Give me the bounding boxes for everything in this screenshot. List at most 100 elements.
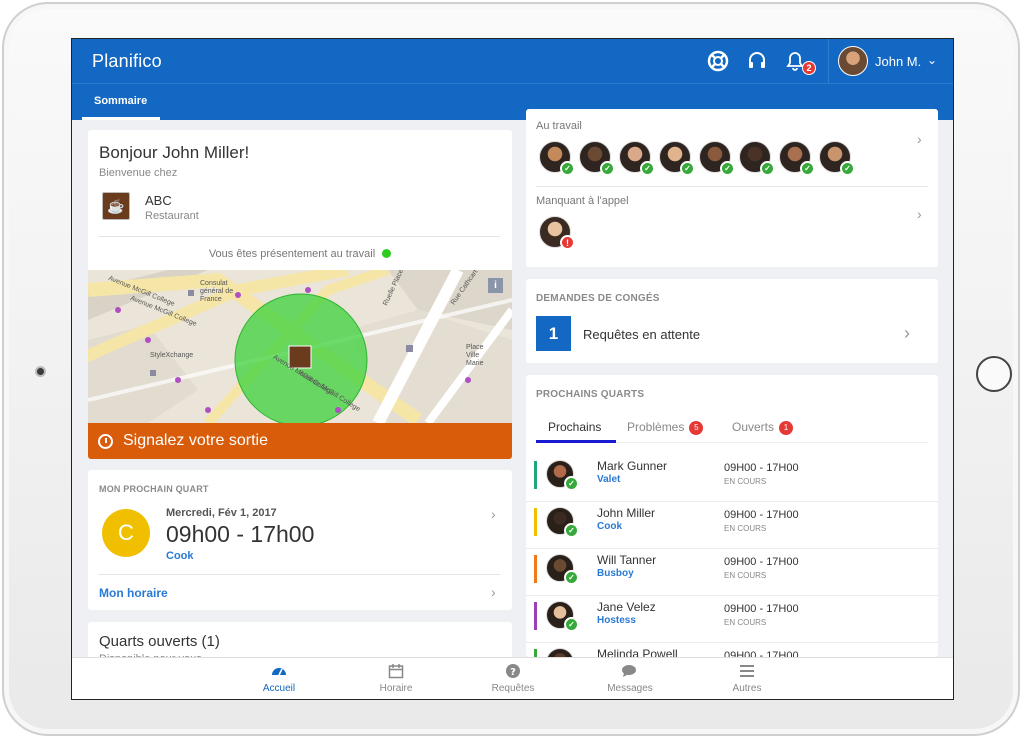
avatar [546,648,574,657]
upcoming-shifts-card: PROCHAINS QUARTS Prochains Problèmes 5 Ou… [526,375,938,657]
location-map[interactable]: Avenue McGill College Avenue McGill Coll… [88,270,512,423]
shift-color-bar [534,461,537,489]
chevron-right-icon[interactable]: › [917,131,922,147]
upcoming-label: PROCHAINS QUARTS [536,389,645,400]
tab-label: Ouverts [732,420,775,434]
chevron-right-icon[interactable]: › [917,206,922,222]
shift-role: Busboy [597,568,634,579]
next-shift-card[interactable]: MON PROCHAIN QUART C Mercredi, Fév 1, 20… [88,470,512,610]
tab-label: Prochains [548,420,602,434]
nav-accueil[interactable]: Accueil [244,662,314,694]
headset-icon[interactable] [745,49,769,73]
check-icon: ✓ [680,161,695,176]
shift-color-bar [534,649,537,657]
user-name[interactable]: John M. [875,54,921,69]
home-button[interactable] [976,356,1012,392]
leave-label: DEMANDES DE CONGÉS [536,293,660,304]
work-status-text: Vous êtes présentement au travail [208,248,376,260]
shift-row[interactable]: ✓ John Miller Cook 09H00 - 17H00 EN COURS [526,502,938,549]
check-icon: ✓ [564,570,579,585]
app-logo[interactable]: Planifico [92,51,162,72]
shift-row[interactable]: ✓Melinda Powell09H00 - 17H00 [526,643,938,657]
signout-button[interactable]: Signalez votre sortie [88,423,512,459]
shift-row[interactable]: ✓ Mark Gunner Valet 09H00 - 17H00 EN COURS [526,455,938,502]
check-icon: ✓ [564,523,579,538]
tab-sommaire[interactable]: Sommaire [94,95,147,107]
tab-prochains[interactable]: Prochains [548,420,601,434]
shift-employee-name: Melinda Powell [597,647,678,657]
shift-employee-name: John Miller [597,506,656,520]
tab-label: Problèmes [627,420,685,434]
presence-card: Au travail ✓ ✓ ✓ ✓ ✓ ✓ ✓ ✓ › Manquant à l'appel… [526,109,938,267]
upcoming-tabs: Prochains Problèmes 5 Ouverts 1 [536,415,928,443]
shift-row[interactable]: ✓ Jane Velez Hostess 09H00 - 17H00 EN COURS [526,596,938,643]
nav-autres[interactable]: Autres [712,662,782,694]
shift-time: 09H00 - 17H00 [724,556,799,568]
welcome-card: Bonjour John Miller! Bienvenue chez ☕ AB… [88,130,512,459]
shift-employee-name: Mark Gunner [597,459,668,473]
leave-requests-card[interactable]: DEMANDES DE CONGÉS 1 Requêtes en attente… [526,279,938,363]
chevron-right-icon[interactable]: › [491,506,496,522]
greeting: Bonjour John Miller! [99,143,250,162]
check-icon: ✓ [564,617,579,632]
chevron-right-icon[interactable]: › [904,323,910,344]
shift-employee-name: Jane Velez [597,600,656,614]
leave-text: Requêtes en attente [583,327,701,342]
open-shifts-title: Quarts ouverts (1) [99,633,220,650]
alert-icon: ! [560,235,575,250]
signout-label: Signalez votre sortie [123,432,268,449]
status-dot-icon [382,249,392,258]
map-info-button[interactable]: i [488,278,503,293]
at-work-avatars[interactable]: ✓ ✓ ✓ ✓ ✓ ✓ ✓ ✓ [526,109,926,189]
check-icon: ✓ [640,161,655,176]
nav-requetes[interactable]: ? Requêtes [478,662,548,694]
chevron-right-icon[interactable]: › [491,584,496,600]
check-icon: ✓ [600,161,615,176]
next-shift-label: MON PROCHAIN QUART [99,484,209,494]
greeting-subtitle: Bienvenue chez [99,167,178,179]
shift-status: EN COURS [724,571,767,580]
shift-color-bar [534,555,537,583]
leave-count: 1 [536,316,571,351]
tab-indicator [536,440,616,443]
lifebuoy-icon[interactable] [706,49,730,73]
divider [98,236,500,237]
shift-time: 09H00 - 17H00 [724,650,799,657]
dashboard-icon [244,662,314,680]
calendar-icon [361,662,431,680]
menu-icon [712,662,782,680]
business-type: Restaurant [145,210,199,222]
chevron-down-icon[interactable]: ⌄ [927,53,937,67]
shift-time: 09H00 - 17H00 [724,603,799,615]
schedule-link[interactable]: Mon horaire [99,586,168,600]
tab-badge: 5 [689,420,704,435]
check-icon: ✓ [720,161,735,176]
top-bar: Planifico 2 John M. ⌄ [72,39,953,83]
nav-messages[interactable]: Messages [595,662,665,694]
shift-time: 09H00 - 17H00 [724,509,799,521]
svg-text:?: ? [510,667,516,678]
tab-badge: 1 [779,420,794,435]
map-label: Consulat général de France [200,280,234,303]
bottom-navigation: Accueil Horaire ? Requêtes Messages Autr… [72,657,953,699]
shift-role: Hostess [597,615,636,626]
help-icon: ? [478,662,548,680]
divider [828,39,829,83]
nav-horaire[interactable]: Horaire [361,662,431,694]
tab-indicator [82,117,160,120]
nav-label: Messages [607,683,653,694]
work-status: Vous êtes présentement au travail [88,248,512,260]
shift-color-bar [534,602,537,630]
shift-status: EN COURS [724,524,767,533]
shift-employee-name: Will Tanner [597,553,657,567]
tab-ouverts[interactable]: Ouverts 1 [732,420,794,435]
check-icon: ✓ [800,161,815,176]
check-icon: ✓ [560,161,575,176]
shift-row[interactable]: ✓ Will Tanner Busboy 09H00 - 17H00 EN COURS [526,549,938,596]
business-name: ABC [145,193,172,208]
tab-problemes[interactable]: Problèmes 5 [627,420,704,435]
user-avatar[interactable] [838,46,868,76]
nav-label: Autres [732,683,762,694]
nav-label: Horaire [379,683,413,694]
coffee-logo-icon: ☕ [102,192,130,220]
